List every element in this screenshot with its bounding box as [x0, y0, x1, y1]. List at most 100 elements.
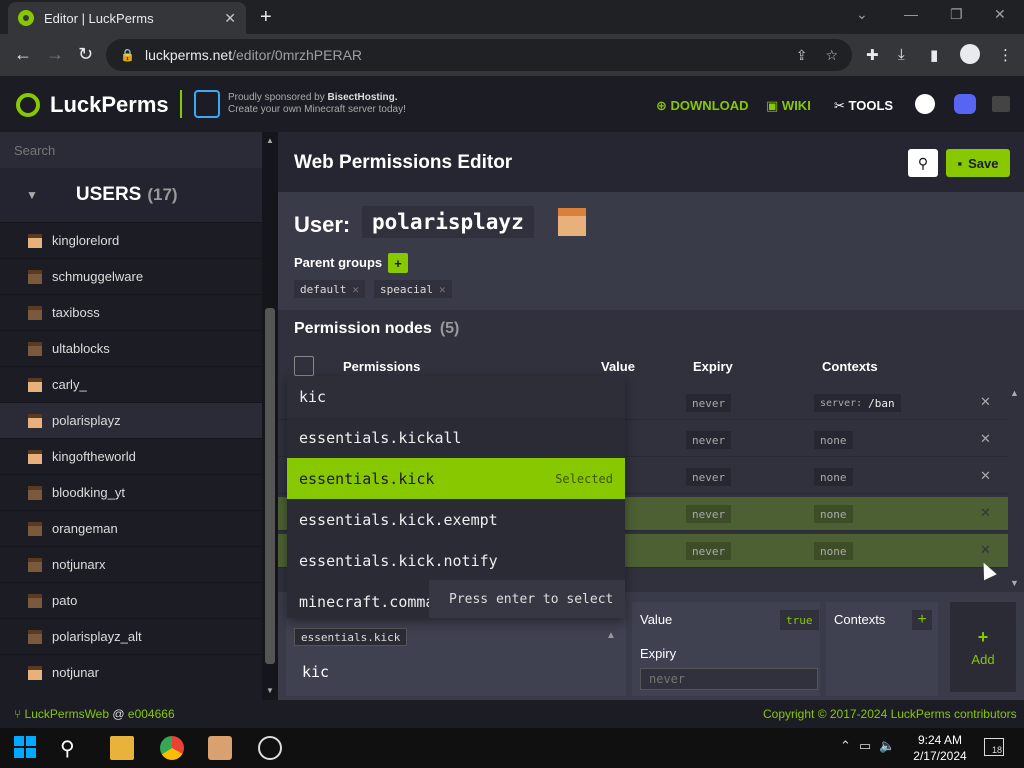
chevron-up-icon[interactable]: ⌃ — [840, 738, 851, 754]
obs-icon[interactable] — [258, 736, 282, 760]
nav-tools[interactable]: ✂ TOOLS — [834, 98, 893, 114]
window-close-icon[interactable]: ✕ — [994, 6, 1006, 23]
chevron-up-icon[interactable]: ▲ — [606, 630, 616, 641]
nodes-scroll-up-icon[interactable]: ▲ — [1010, 388, 1019, 398]
sidebar-user-item[interactable]: pato — [0, 582, 262, 618]
share-icon[interactable]: ⇪ — [796, 47, 808, 64]
sidebar-scrollbar[interactable]: ▲ ▼ — [262, 132, 278, 700]
forward-icon[interactable]: → — [46, 44, 64, 65]
windows-start-icon[interactable] — [14, 736, 38, 760]
book-icon: ▣ — [766, 98, 779, 113]
search-input[interactable] — [0, 132, 262, 168]
dropdown-option[interactable]: essentials.kickall — [287, 417, 625, 458]
delete-row-icon[interactable]: ✕ — [980, 505, 991, 521]
volume-icon[interactable]: 🔈 — [879, 738, 895, 754]
permission-input[interactable] — [294, 654, 614, 690]
address-bar[interactable]: 🔒 luckperms.net/editor/0mrzhPERAR ⇪ ☆ — [106, 39, 852, 71]
back-icon[interactable]: ← — [14, 44, 32, 65]
footer-version[interactable]: ⑂ LuckPermsWeb @ e004666 — [14, 707, 175, 721]
bookmark-star-icon[interactable]: ☆ — [825, 47, 838, 64]
group-chip-speacial: speacial ✕ — [374, 280, 452, 298]
extensions-icon[interactable]: ✚ — [866, 46, 879, 64]
nav-download-label: DOWNLOAD — [670, 98, 749, 113]
github-icon[interactable] — [915, 94, 935, 114]
remove-group-icon[interactable]: ✕ — [439, 283, 446, 296]
taskbar-clock[interactable]: 9:24 AM 2/17/2024 — [910, 732, 970, 764]
sponsor-text[interactable]: Proudly sponsored by BisectHosting. Crea… — [228, 92, 406, 116]
menu-kebab-icon[interactable]: ⋮ — [998, 46, 1013, 64]
sidebar-user-item[interactable]: ultablocks — [0, 330, 262, 366]
expiry-input[interactable] — [640, 668, 818, 690]
sidebar-user-name: carly_ — [52, 377, 87, 392]
luckperms-logo[interactable]: LuckPerms — [16, 92, 169, 118]
add-node-button[interactable]: + Add — [950, 602, 1016, 692]
delete-row-icon[interactable]: ✕ — [980, 394, 991, 410]
sidebar-user-item[interactable]: polarisplayz — [0, 402, 262, 438]
sidebar-user-item[interactable]: orangeman — [0, 510, 262, 546]
nav-wiki[interactable]: ▣ WIKI — [766, 98, 811, 114]
select-all-checkbox[interactable] — [294, 356, 314, 376]
search-icon[interactable]: ⚲ — [60, 736, 84, 760]
delete-row-icon[interactable]: ✕ — [980, 431, 991, 447]
footer-copyright[interactable]: Copyright © 2017-2024 LuckPerms contribu… — [763, 707, 1017, 721]
translate-icon[interactable] — [992, 96, 1010, 112]
reload-icon[interactable]: ↻ — [78, 44, 93, 65]
app-icon[interactable] — [208, 736, 232, 760]
col-value[interactable]: Value — [601, 359, 635, 374]
value-field: Value true Expiry — [632, 602, 820, 696]
scroll-up-icon[interactable]: ▲ — [266, 136, 274, 145]
users-section-header[interactable]: ▼ USERS (17) — [0, 168, 262, 222]
selected-permission-chip[interactable]: essentials.kick — [294, 628, 408, 646]
download-icon[interactable]: ⤓ — [898, 46, 905, 63]
value-toggle[interactable]: true — [780, 610, 819, 630]
sidebar-user-item[interactable]: bloodking_yt — [0, 474, 262, 510]
col-expiry[interactable]: Expiry — [693, 359, 733, 374]
bisecthosting-logo-icon[interactable] — [194, 90, 220, 118]
chrome-icon[interactable] — [160, 736, 184, 760]
sidebar-user-item[interactable]: carly_ — [0, 366, 262, 402]
tab-close-icon[interactable]: ✕ — [224, 10, 236, 27]
sidebar-scroll-thumb[interactable] — [265, 308, 275, 664]
scroll-down-icon[interactable]: ▼ — [266, 686, 274, 695]
delete-row-icon[interactable]: ✕ — [980, 542, 991, 558]
file-explorer-icon[interactable] — [110, 736, 134, 760]
col-permissions[interactable]: Permissions — [343, 359, 420, 374]
col-contexts[interactable]: Contexts — [822, 359, 878, 374]
side-panel-icon[interactable]: ▮ — [930, 46, 938, 64]
sidebar-user-item[interactable]: notjunarx — [0, 546, 262, 582]
add-context-button[interactable]: + — [912, 610, 932, 630]
sidebar-user-item[interactable]: kingoftheworld — [0, 438, 262, 474]
profile-avatar-icon[interactable] — [960, 44, 980, 64]
sidebar-user-item[interactable]: notjunar — [0, 654, 262, 690]
dropdown-option[interactable]: essentials.kick.exempt — [287, 499, 625, 540]
value-label: Value — [640, 612, 673, 627]
app-footer: ⑂ LuckPermsWeb @ e004666 Copyright © 201… — [0, 700, 1024, 728]
sidebar-user-item[interactable]: kinglorelord — [0, 222, 262, 258]
sidebar-user-item[interactable]: polarisplayz_alt — [0, 618, 262, 654]
nodes-scroll-down-icon[interactable]: ▼ — [1010, 578, 1019, 588]
save-button[interactable]: ▪ Save — [946, 149, 1010, 177]
new-tab-icon[interactable]: + — [260, 6, 272, 29]
player-head-icon — [28, 557, 42, 572]
sidebar-user-item[interactable]: schmuggelware — [0, 258, 262, 294]
dropdown-option[interactable]: kic — [287, 376, 625, 417]
discord-icon[interactable] — [954, 94, 976, 114]
notifications-icon[interactable]: 18 — [984, 738, 1004, 756]
dropdown-option[interactable]: essentials.kick.notify — [287, 540, 625, 581]
remove-group-icon[interactable]: ✕ — [352, 283, 359, 296]
restore-icon[interactable]: ❐ — [950, 6, 963, 23]
search-button[interactable]: ⚲ — [908, 149, 938, 177]
group-chip-label: speacial — [380, 282, 433, 296]
delete-row-icon[interactable]: ✕ — [980, 468, 991, 484]
tab-search-icon[interactable]: ⌄ — [856, 6, 868, 23]
user-info: User: polarisplayz Parent groups + defau… — [278, 192, 1024, 310]
add-parent-group-button[interactable]: + — [388, 253, 408, 273]
nav-download[interactable]: ⊕ DOWNLOAD — [656, 98, 749, 114]
player-head-icon — [28, 233, 42, 248]
browser-tab[interactable]: Editor | LuckPerms ✕ — [8, 2, 246, 34]
sidebar-user-item[interactable]: taxiboss — [0, 294, 262, 330]
network-icon[interactable]: ▭ — [859, 738, 871, 754]
minimize-icon[interactable]: — — [904, 6, 918, 22]
browser-tabbar: Editor | LuckPerms ✕ + ⌄ — ❐ ✕ — [0, 0, 1024, 34]
dropdown-option-selected[interactable]: essentials.kick Selected — [287, 458, 625, 499]
